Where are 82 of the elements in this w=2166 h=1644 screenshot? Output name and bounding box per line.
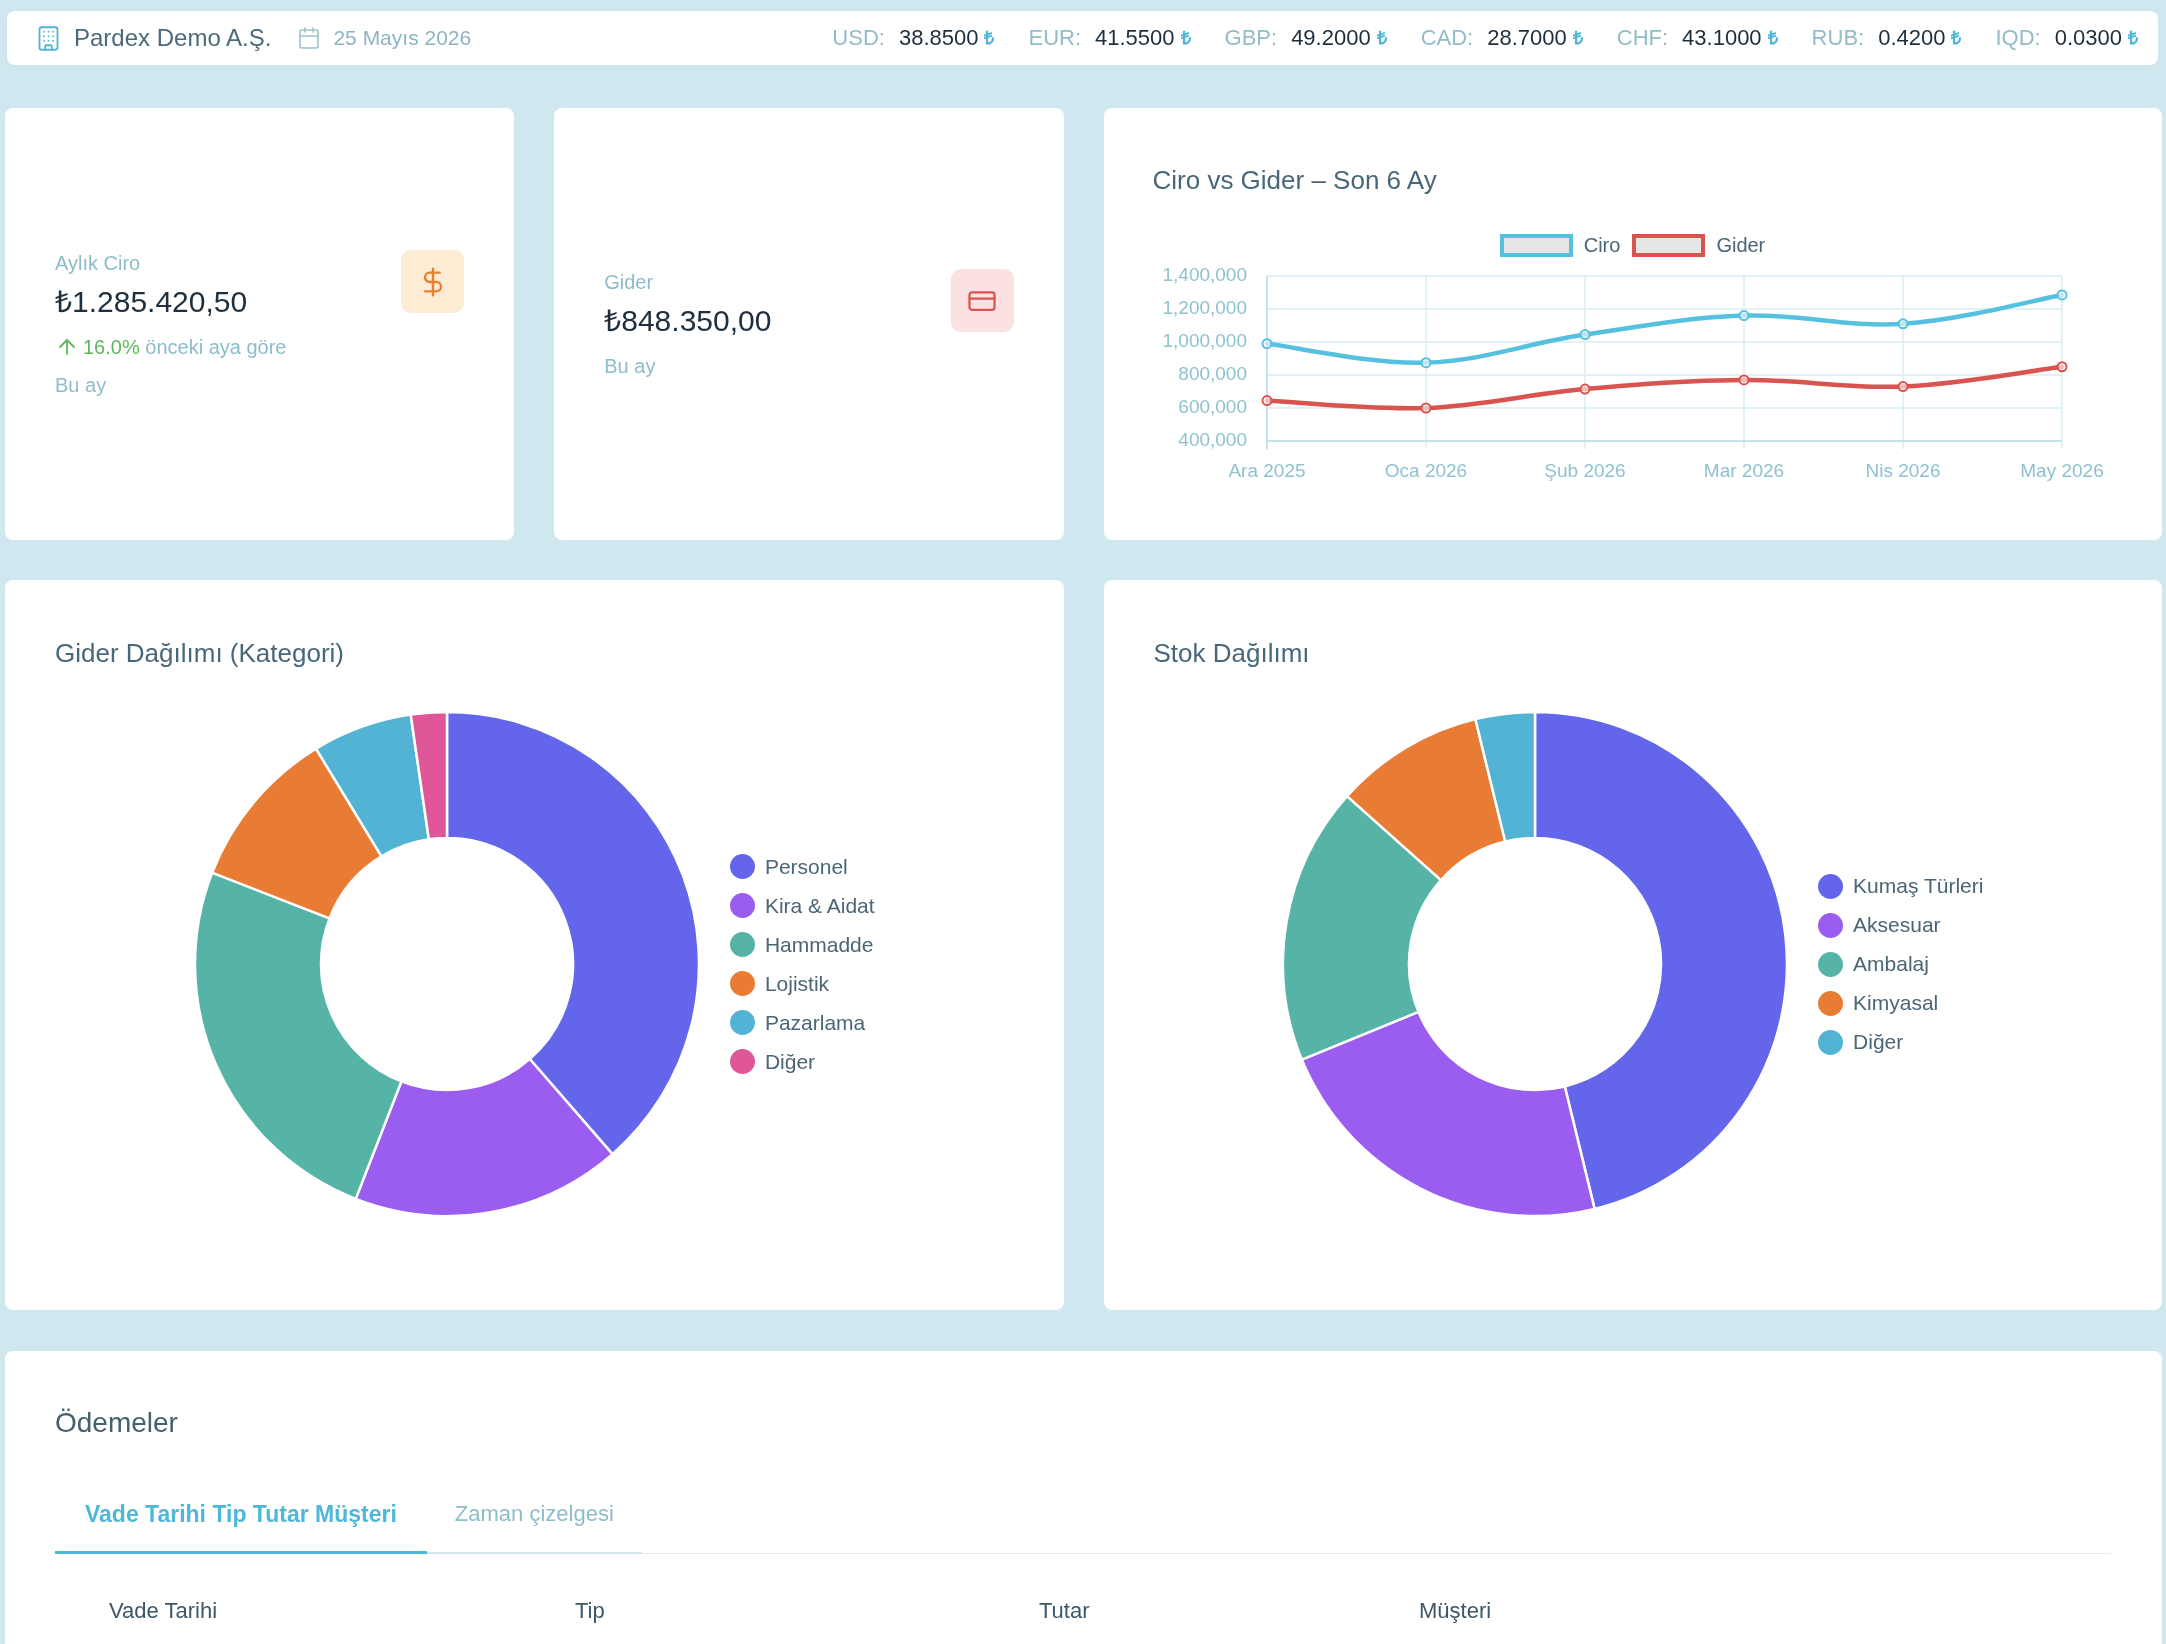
- currency-symbol: ₺: [1376, 27, 1387, 50]
- currency-code: GBP:: [1224, 24, 1278, 52]
- axis-tick-label: Oca 2026: [1384, 460, 1467, 481]
- legend-label: Hammadde: [764, 931, 874, 958]
- data-point: [1738, 374, 1749, 386]
- legend-label: Gider: [1716, 233, 1766, 257]
- stat-label: Aylık Ciro: [55, 251, 142, 276]
- currency-symbol: ₺: [1180, 27, 1191, 50]
- data-point: [1420, 402, 1431, 414]
- legend-swatch-icon: [1632, 233, 1706, 257]
- tab[interactable]: Zaman çizelgesi: [426, 1474, 642, 1554]
- legend-label: Diğer: [764, 1048, 816, 1075]
- legend-swatch-icon: [1499, 233, 1573, 257]
- card-title: Ciro vs Gider – Son 6 Ay: [1152, 164, 1438, 196]
- company-name: Pardex Demo A.Ş.: [74, 23, 272, 53]
- calendar-icon: [297, 26, 322, 50]
- credit-card-icon: [950, 269, 1014, 332]
- axis-tick-label: 1,000,000: [1161, 330, 1247, 351]
- stat-note: Bu ay: [55, 373, 108, 398]
- currency-code: USD:: [832, 24, 885, 52]
- legend-label: Ambalaj: [1853, 951, 1929, 977]
- stat-value: ₺1.285.420,50: [55, 284, 249, 320]
- data-point: [1579, 383, 1590, 395]
- currency-code: CHF:: [1616, 24, 1669, 52]
- currency-rate: 0.0300: [2054, 24, 2122, 52]
- data-point: [1897, 318, 1908, 330]
- stat-label: Gider: [604, 270, 655, 295]
- currency-symbol: ₺: [2128, 27, 2138, 50]
- axis-tick-label: Mar 2026: [1703, 460, 1784, 481]
- currency-rate: 49.2000: [1291, 24, 1371, 52]
- currency-symbol: ₺: [1767, 27, 1778, 50]
- axis-tick-label: 800,000: [1177, 363, 1247, 384]
- legend-label: Ciro: [1583, 233, 1621, 257]
- card-title: Gider Dağılımı (Kategori): [55, 637, 345, 669]
- legend-label: Personel: [764, 853, 848, 880]
- currency-rate: 41.5500: [1095, 24, 1175, 52]
- currency-code: RUB:: [1811, 24, 1865, 52]
- currency-symbol: ₺: [984, 27, 995, 50]
- legend-label: Aksesuar: [1853, 912, 1941, 938]
- card-title: Stok Dağılımı: [1153, 637, 1311, 669]
- data-point: [2056, 289, 2067, 301]
- section-title: Ödemeler: [55, 1406, 179, 1440]
- column-header: Tutar: [1039, 1598, 1090, 1623]
- date-text: 25 Mayıs 2026: [333, 25, 472, 51]
- column-header: Müşteri: [1419, 1598, 1492, 1623]
- axis-tick-label: 600,000: [1177, 396, 1247, 417]
- axis-tick-label: May 2026: [2019, 460, 2104, 481]
- dollar-icon: [401, 250, 465, 313]
- axis-tick-label: Şub 2026: [1543, 460, 1626, 481]
- data-point: [1579, 329, 1590, 341]
- axis-tick-label: Ara 2025: [1227, 460, 1306, 481]
- column-header: Tip: [575, 1598, 605, 1623]
- legend-label: Diğer: [1853, 1029, 1904, 1055]
- currency-rate: 28.7000: [1487, 24, 1567, 52]
- currency-rate: 0.4200: [1878, 24, 1946, 52]
- currency-code: CAD:: [1420, 24, 1474, 52]
- currency-code: IQD:: [1995, 24, 2041, 52]
- legend-label: Pazarlama: [764, 1009, 866, 1036]
- data-point: [1738, 310, 1749, 322]
- stat-note: Bu ay: [604, 354, 657, 379]
- data-point: [1897, 381, 1908, 393]
- axis-tick-label: 400,000: [1177, 429, 1247, 450]
- axis-tick-label: 1,400,000: [1161, 264, 1247, 285]
- currency-symbol: ₺: [1572, 27, 1583, 50]
- currency-code: EUR:: [1028, 24, 1081, 52]
- data-point: [1420, 357, 1431, 369]
- axis-tick-label: 1,200,000: [1161, 297, 1247, 318]
- currency-rate: 43.1000: [1682, 24, 1762, 52]
- data-point: [1261, 338, 1272, 350]
- column-header: Vade Tarihi: [109, 1598, 218, 1623]
- legend-label: Lojistik: [764, 970, 830, 997]
- currency-symbol: ₺: [1951, 27, 1962, 50]
- data-point: [2056, 361, 2067, 373]
- axis-tick-label: Nis 2026: [1865, 460, 1940, 481]
- legend-label: Kumaş Türleri: [1853, 873, 1984, 899]
- data-point: [1261, 395, 1272, 407]
- stat-value: ₺848.350,00: [604, 303, 772, 339]
- legend-label: Kimyasal: [1853, 990, 1939, 1016]
- currency-rate: 38.8500: [898, 24, 979, 52]
- legend-label: Kira & Aidat: [764, 892, 875, 919]
- change-text: 16.0% önceki aya göre: [83, 335, 287, 360]
- tab[interactable]: Vade Tarihi Tip Tutar Müşteri: [55, 1474, 427, 1554]
